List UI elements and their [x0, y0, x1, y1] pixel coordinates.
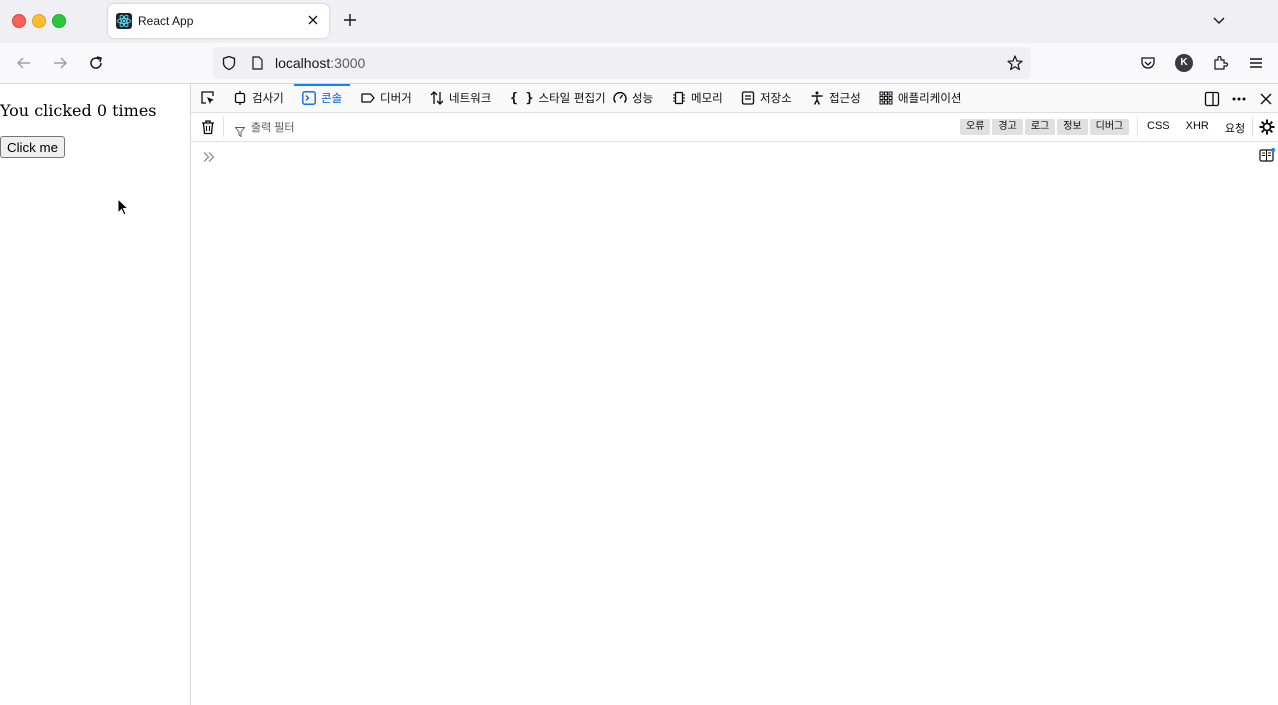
back-arrow-icon[interactable]	[15, 54, 33, 72]
devtools-panel: 검사기 콘솔 디버거 네트워크 { } 스타일 편집기 성능 메모리 저장소 접…	[190, 84, 1278, 705]
console-prompt-chevron-icon[interactable]	[202, 148, 216, 162]
bookmark-star-icon[interactable]	[1006, 54, 1024, 72]
tab-label: 메모리	[691, 91, 723, 105]
new-tab-icon[interactable]	[341, 11, 359, 29]
network-icon	[430, 91, 444, 105]
tab-label: 접근성	[829, 91, 861, 105]
debugger-icon	[361, 93, 375, 103]
divider	[1137, 117, 1138, 137]
trash-icon[interactable]	[200, 119, 216, 135]
requests-filter-button[interactable]: 요청	[1225, 120, 1245, 136]
tab-title: React App	[138, 14, 194, 28]
dock-side-icon[interactable]	[1204, 91, 1220, 107]
url-host: localhost	[275, 55, 331, 71]
level-info-button[interactable]: 정보	[1057, 119, 1088, 135]
pocket-icon[interactable]	[1139, 54, 1157, 72]
navigation-bar: localhost:3000 K	[0, 43, 1278, 84]
tab-style-editor[interactable]: { } 스타일 편집기	[510, 84, 606, 112]
page-icon[interactable]	[249, 55, 265, 71]
css-filter-button[interactable]: CSS	[1147, 120, 1170, 136]
devtools-toolbar: 검사기 콘솔 디버거 네트워크 { } 스타일 편집기 성능 메모리 저장소 접…	[191, 84, 1278, 113]
tab-label: 네트워크	[449, 91, 492, 105]
mouse-cursor-icon	[117, 197, 131, 218]
storage-icon	[741, 91, 755, 105]
log-level-filters: 오류 경고 로그 정보 디버그	[960, 119, 1130, 135]
level-log-button[interactable]: 로그	[1024, 119, 1056, 135]
browser-tab[interactable]: React App	[108, 4, 329, 38]
close-devtools-icon[interactable]	[1258, 91, 1274, 107]
tab-storage[interactable]: 저장소	[741, 84, 792, 112]
minimize-window-button[interactable]	[32, 14, 46, 28]
shield-icon[interactable]	[221, 55, 237, 71]
console-filter-input[interactable]	[231, 117, 853, 139]
tab-application[interactable]: 애플리케이션	[879, 84, 961, 112]
tab-label: 디버거	[380, 91, 412, 105]
chevron-down-icon[interactable]	[1211, 12, 1227, 28]
performance-icon	[613, 91, 627, 103]
tab-network[interactable]: 네트워크	[430, 84, 491, 112]
tab-label: 저장소	[760, 91, 792, 105]
request-filters: CSS XHR 요청	[1147, 120, 1245, 136]
tab-inspector[interactable]: 검사기	[233, 84, 284, 112]
gear-icon[interactable]	[1259, 119, 1275, 135]
style-editor-icon: { }	[510, 90, 534, 106]
title-bar: React App	[0, 0, 1278, 43]
react-logo-icon	[116, 13, 132, 29]
url-port: :3000	[330, 55, 366, 71]
level-debug-button[interactable]: 디버그	[1089, 119, 1130, 135]
url-bar[interactable]: localhost:3000	[213, 47, 1031, 79]
inspector-icon	[234, 91, 246, 105]
console-filter-bar: 오류 경고 로그 정보 디버그 CSS XHR 요청	[191, 113, 1278, 142]
tab-label: 스타일 편집기	[538, 91, 606, 105]
console-icon	[302, 91, 316, 105]
tab-performance[interactable]: 성능	[613, 84, 653, 112]
tab-label: 검사기	[252, 91, 284, 105]
click-counter-text: You clicked 0 times	[0, 101, 157, 120]
tab-label: 애플리케이션	[898, 91, 962, 105]
web-page-content: You clicked 0 times Click me	[0, 84, 190, 705]
sidebar-toggle-icon[interactable]	[1259, 147, 1275, 162]
tab-label: 성능	[632, 91, 654, 105]
tab-console[interactable]: 콘솔	[293, 84, 351, 112]
level-warning-button[interactable]: 경고	[992, 119, 1023, 135]
more-options-icon[interactable]	[1231, 91, 1247, 107]
forward-arrow-icon[interactable]	[51, 54, 69, 72]
tab-accessibility[interactable]: 접근성	[810, 84, 861, 112]
tab-memory[interactable]: 메모리	[672, 84, 723, 112]
tab-debugger[interactable]: 디버거	[361, 84, 412, 112]
tab-label: 콘솔	[321, 91, 343, 105]
memory-icon	[673, 91, 685, 105]
click-me-button[interactable]: Click me	[0, 136, 65, 158]
account-avatar[interactable]: K	[1175, 54, 1193, 72]
element-picker-icon[interactable]	[200, 90, 216, 106]
reload-icon[interactable]	[87, 54, 105, 72]
application-icon	[879, 91, 893, 105]
divider	[1252, 117, 1253, 137]
hamburger-menu-icon[interactable]	[1247, 54, 1265, 72]
url-text[interactable]: localhost:3000	[275, 55, 365, 71]
accessibility-icon	[811, 91, 823, 105]
close-tab-icon[interactable]	[305, 12, 321, 28]
close-window-button[interactable]	[12, 14, 26, 28]
xhr-filter-button[interactable]: XHR	[1186, 120, 1209, 136]
zoom-window-button[interactable]	[52, 14, 66, 28]
level-error-button[interactable]: 오류	[960, 119, 991, 135]
extensions-icon[interactable]	[1211, 54, 1229, 72]
divider	[223, 117, 224, 137]
